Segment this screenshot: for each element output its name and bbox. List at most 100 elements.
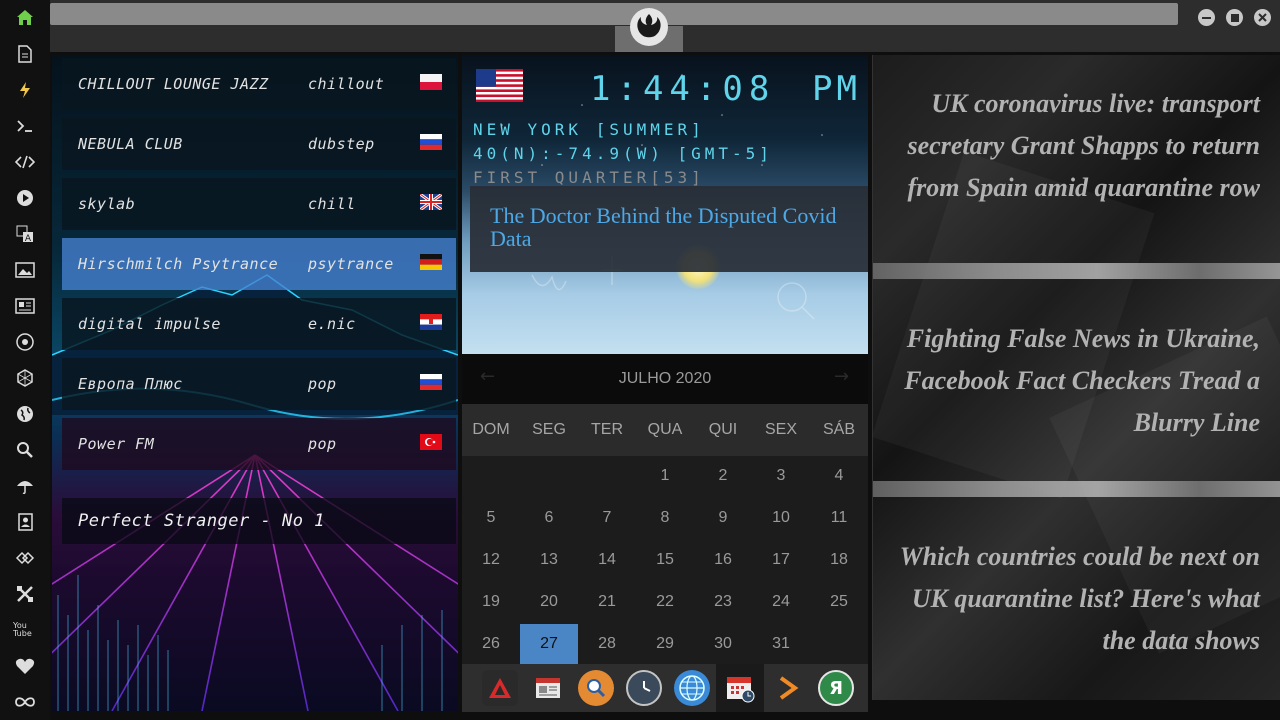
calendar-day[interactable]: 5 xyxy=(462,498,520,538)
top-bar xyxy=(50,0,1280,52)
minimize-button[interactable] xyxy=(1198,9,1215,26)
calendar-weekday-row: DOM SEG TER QUA QUI SEX SÁB xyxy=(462,404,868,456)
station-item[interactable]: digital impulse e.nic xyxy=(62,298,456,350)
news-panel: UK coronavirus live: transport secretary… xyxy=(872,55,1280,700)
hexagon-icon[interactable] xyxy=(13,366,37,390)
clock-coordinates: 40(N):-74.9(W) [GMT-5] xyxy=(473,144,773,163)
yandex-app-icon[interactable]: Я xyxy=(818,670,854,706)
calendar-day[interactable]: 6 xyxy=(520,498,578,538)
news-headline[interactable]: Fighting False News in Ukraine, Facebook… xyxy=(890,318,1260,444)
calendar-day[interactable]: 17 xyxy=(752,540,810,580)
home-icon[interactable] xyxy=(13,6,37,30)
headline-link[interactable]: The Doctor Behind the Disputed Covid Dat… xyxy=(470,186,868,272)
calendar-day[interactable]: 4 xyxy=(810,456,868,496)
calendar-day[interactable]: 2 xyxy=(694,456,752,496)
station-genre: chill xyxy=(308,195,356,213)
station-genre: dubstep xyxy=(308,135,375,153)
calendar-day[interactable]: 14 xyxy=(578,540,636,580)
calendar-day[interactable]: 20 xyxy=(520,582,578,622)
weekday-label: DOM xyxy=(472,421,510,438)
rebel-icon[interactable] xyxy=(13,330,37,354)
search-app-icon[interactable] xyxy=(578,670,614,706)
globe-app-icon[interactable] xyxy=(674,670,710,706)
weekday-label: QUA xyxy=(647,421,683,438)
calendar-day-today[interactable]: 27 xyxy=(520,624,578,664)
calendar-day[interactable]: 24 xyxy=(752,582,810,622)
chevron-right-icon[interactable]: → xyxy=(834,366,849,387)
code-icon[interactable] xyxy=(13,150,37,174)
calendar-day[interactable]: 30 xyxy=(694,624,752,664)
station-name: Hirschmilch Psytrance xyxy=(78,255,279,273)
news-icon[interactable] xyxy=(13,294,37,318)
infinity-icon[interactable] xyxy=(13,690,37,714)
station-name: Power FM xyxy=(78,435,155,453)
station-item[interactable]: skylab chill xyxy=(62,178,456,230)
calendar-day[interactable]: 15 xyxy=(636,540,694,580)
youtube-icon[interactable]: You Tube xyxy=(13,618,37,642)
uk-flag-icon xyxy=(420,194,442,210)
yandex-label: Я xyxy=(829,677,843,699)
translate-icon[interactable]: A xyxy=(13,222,37,246)
station-genre: pop xyxy=(308,375,337,393)
globe-icon[interactable] xyxy=(13,402,37,426)
weekday-label: SEX xyxy=(764,421,797,438)
forward-app-icon[interactable] xyxy=(770,670,806,706)
news-headline[interactable]: UK coronavirus live: transport secretary… xyxy=(890,83,1260,209)
alert-app-icon[interactable] xyxy=(482,670,518,706)
calendar-day[interactable]: 10 xyxy=(752,498,810,538)
tag-icon[interactable] xyxy=(13,546,37,570)
calendar-day[interactable]: 23 xyxy=(694,582,752,622)
calendar-day[interactable]: 13 xyxy=(520,540,578,580)
tools-icon[interactable] xyxy=(13,582,37,606)
heart-icon[interactable] xyxy=(13,654,37,678)
play-icon[interactable] xyxy=(13,186,37,210)
document-icon[interactable] xyxy=(13,42,37,66)
search-icon[interactable] xyxy=(13,438,37,462)
calendar-day[interactable]: 16 xyxy=(694,540,752,580)
calendar-day[interactable]: 3 xyxy=(752,456,810,496)
calendar-day[interactable]: 8 xyxy=(636,498,694,538)
calendar-header: ← JULHO 2020 → xyxy=(462,354,868,404)
calendar-day[interactable]: 11 xyxy=(810,498,868,538)
top-bar-field[interactable] xyxy=(50,3,1178,25)
now-playing-track: Perfect Stranger - No 1 xyxy=(62,498,456,544)
station-name: NEBULA CLUB xyxy=(78,135,183,153)
rebel-logo-icon[interactable] xyxy=(630,8,668,46)
calendar-day[interactable]: 29 xyxy=(636,624,694,664)
clock-app-icon[interactable] xyxy=(626,670,662,706)
calendar-day[interactable]: 25 xyxy=(810,582,868,622)
station-item[interactable]: NEBULA CLUB dubstep xyxy=(62,118,456,170)
station-name: digital impulse xyxy=(78,315,221,333)
weekday-label: SEG xyxy=(532,421,566,438)
calendar-grid: 1 2 3 4 5 6 7 8 9 10 11 12 13 14 15 16 17 18 19 20 21 22 23 24 2… xyxy=(462,456,868,664)
calendar-day[interactable]: 12 xyxy=(462,540,520,580)
station-item[interactable]: CHILLOUT LOUNGE JAZZ chillout xyxy=(62,58,456,110)
calendar-day[interactable]: 9 xyxy=(694,498,752,538)
station-item[interactable]: Европа Плюс pop xyxy=(62,358,456,410)
calendar-day[interactable]: 26 xyxy=(462,624,520,664)
calendar-day[interactable]: 31 xyxy=(752,624,810,664)
youtube-label: You Tube xyxy=(13,621,32,638)
calendar-day[interactable]: 18 xyxy=(810,540,868,580)
croatia-flag-icon xyxy=(420,314,442,330)
news-app-icon[interactable] xyxy=(530,670,566,706)
germany-flag-icon xyxy=(420,254,442,270)
news-headline[interactable]: Which countries could be next on UK quar… xyxy=(890,536,1260,662)
calendar-day[interactable]: 21 xyxy=(578,582,636,622)
calendar-day[interactable]: 19 xyxy=(462,582,520,622)
calendar-day[interactable]: 22 xyxy=(636,582,694,622)
calendar-day[interactable]: 7 xyxy=(578,498,636,538)
station-genre: e.nic xyxy=(308,315,356,333)
lightning-icon[interactable] xyxy=(13,78,37,102)
maximize-button[interactable] xyxy=(1226,9,1243,26)
image-icon[interactable] xyxy=(13,258,37,282)
station-item-selected[interactable]: Hirschmilch Psytrance psytrance xyxy=(62,238,456,290)
calendar-day[interactable]: 28 xyxy=(578,624,636,664)
station-item[interactable]: Power FM pop xyxy=(62,418,456,470)
contacts-icon[interactable] xyxy=(13,510,37,534)
close-button[interactable] xyxy=(1254,9,1271,26)
terminal-icon[interactable] xyxy=(13,114,37,138)
umbrella-icon[interactable] xyxy=(13,474,37,498)
calendar-day[interactable]: 1 xyxy=(636,456,694,496)
calendar-app-icon[interactable] xyxy=(722,670,758,706)
